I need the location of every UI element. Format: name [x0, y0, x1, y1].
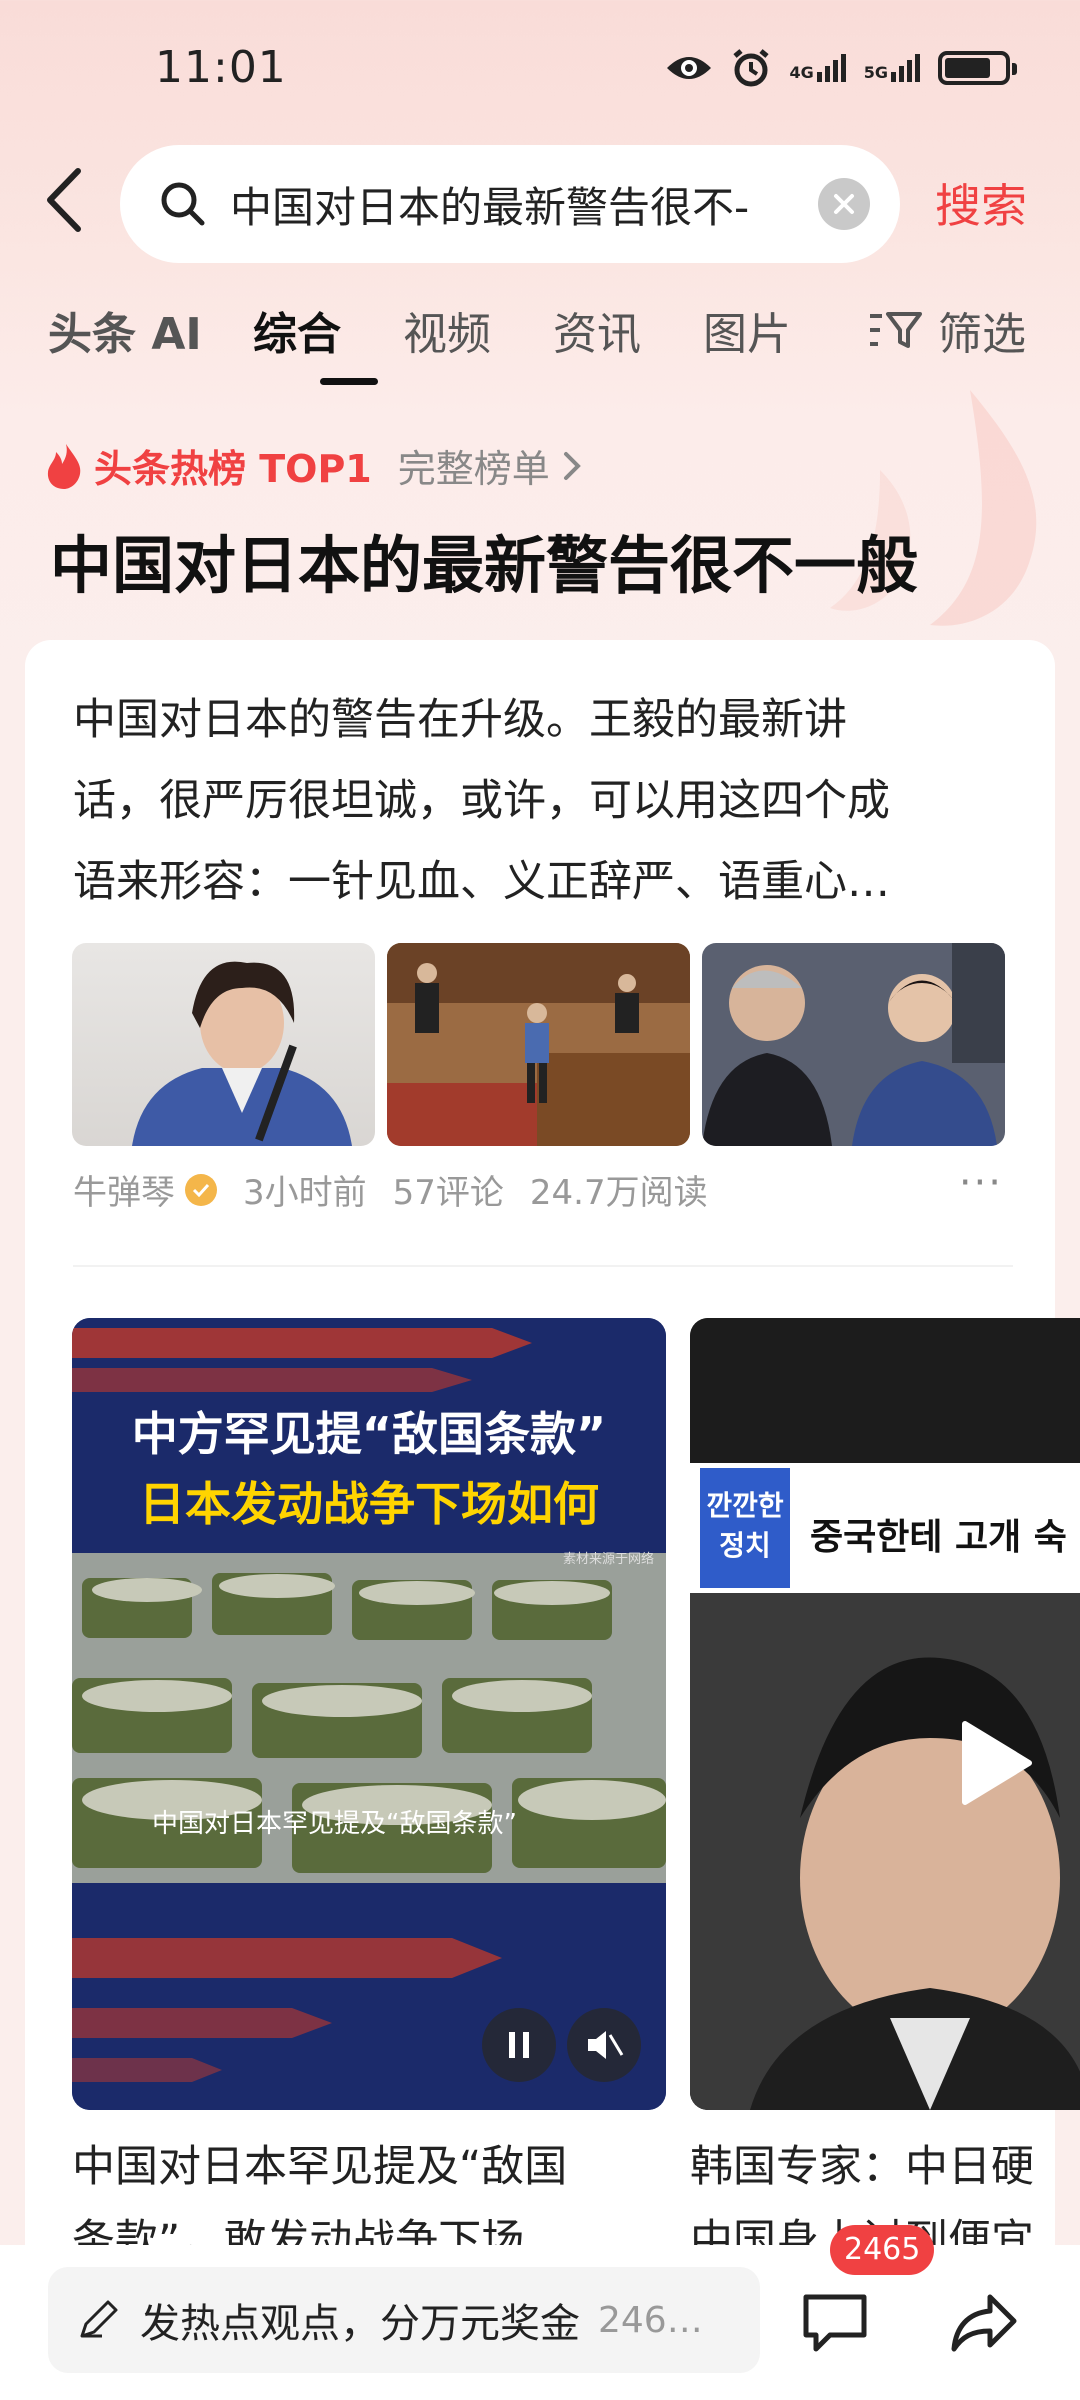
- search-icon: [161, 182, 205, 226]
- video-card-1[interactable]: 中方罕见提“敌国条款” 日本发动战争下场如何 素材来源于网络 中国对日本罕见提及…: [72, 1318, 666, 2110]
- chevron-left-icon: [47, 168, 81, 232]
- tab-news[interactable]: 资讯: [553, 298, 641, 362]
- comment-count: 57评论: [392, 1173, 504, 1213]
- search-button[interactable]: 搜索: [935, 170, 1027, 236]
- active-tab-indicator: [320, 378, 378, 385]
- video-card-2[interactable]: 깐깐한 정치 중국한테 고개 숙: [690, 1318, 1080, 2110]
- comment-badge: 2465: [830, 2225, 935, 2275]
- results-card: 中国对日本的警告在升级。王毅的最新讲 话，很严厉很坦诚，或许，可以用这四个成 语…: [25, 640, 1080, 2400]
- tab-filter-label: 筛选: [938, 309, 1026, 360]
- flame-icon: [47, 443, 81, 489]
- clear-button[interactable]: [818, 178, 870, 230]
- pause-button[interactable]: [482, 2008, 556, 2082]
- thumbnail-officials[interactable]: [702, 943, 1005, 1146]
- thumbnail-portrait[interactable]: [72, 943, 375, 1146]
- chevron-right-icon: [563, 451, 581, 480]
- search-query: 中国对日本的最新警告很不-: [230, 182, 750, 232]
- comment-prompt: 发热点观点，分万元奖金: [140, 2301, 580, 2347]
- video-1-overlay-title: 中方罕见提“敌国条款”: [131, 1407, 607, 1461]
- video-1-title-line: 中国对日本罕见提及“敌国: [72, 2142, 568, 2192]
- article-summary[interactable]: 中国对日本的警告在升级。王毅的最新讲 话，很严厉很坦诚，或许，可以用这四个成 语…: [73, 680, 1013, 923]
- read-count: 24.7万阅读: [529, 1173, 708, 1213]
- mute-button[interactable]: [567, 2008, 641, 2082]
- article-line: 话，很严厉很坦诚，或许，可以用这四个成: [73, 776, 890, 826]
- full-list-link[interactable]: 完整榜单: [398, 438, 550, 493]
- signal-5g-icon: 5G: [864, 54, 920, 82]
- filter-icon: [870, 312, 922, 348]
- page-title: 中国对日本的最新警告很不一般: [50, 529, 919, 602]
- comment-icon[interactable]: [800, 2291, 870, 2355]
- author-name[interactable]: 牛弹琴: [73, 1165, 175, 1214]
- mute-icon: [588, 2031, 624, 2059]
- video-2-tag: 깐깐한 정치: [700, 1468, 790, 1588]
- tab-filter[interactable]: 筛选: [868, 298, 1026, 362]
- article-thumbnails[interactable]: [72, 943, 1005, 1146]
- video-1-credit: 素材来源于网络: [562, 1552, 654, 1567]
- alarm-icon: [733, 49, 770, 87]
- article-line: 中国对日本的警告在升级。王毅的最新讲: [73, 695, 847, 745]
- comment-input[interactable]: 发热点观点，分万元奖金 246…: [48, 2267, 760, 2373]
- play-icon[interactable]: [955, 1718, 1035, 1808]
- video-1-overlay-subtitle: 日本发动战争下场如何: [139, 1477, 599, 1531]
- tab-images[interactable]: 图片: [703, 298, 791, 362]
- status-time: 11:01: [155, 42, 287, 93]
- hot-rank-row[interactable]: 头条热榜 TOP1 完整榜单: [44, 438, 584, 493]
- back-button[interactable]: [40, 165, 110, 245]
- tab-video[interactable]: 视频: [403, 298, 491, 362]
- signal-4g-icon: 4G: [789, 54, 846, 82]
- article-line: 语来形容：一针见血、义正辞严、语重心…: [73, 857, 890, 907]
- verified-icon: [185, 1173, 217, 1206]
- tab-general[interactable]: 综合: [253, 298, 341, 362]
- share-icon[interactable]: [950, 2291, 1020, 2355]
- status-icons: 4G 5G: [665, 48, 1017, 88]
- search-input[interactable]: 中国对日本的最新警告很不-: [120, 145, 900, 263]
- hot-rank-badge: 头条热榜 TOP1: [94, 447, 372, 491]
- status-bar: 11:01 4G 5G: [0, 0, 1080, 140]
- video-2-overlay-text: 중국한테 고개 숙: [810, 1517, 1067, 1558]
- eye-icon: [667, 57, 712, 79]
- pen-icon: [80, 2300, 118, 2338]
- comment-prompt-count: 246…: [598, 2299, 703, 2341]
- tab-toutiao-ai[interactable]: 头条 AI: [48, 298, 202, 362]
- post-time: 3小时前: [243, 1173, 367, 1213]
- divider: [73, 1265, 1013, 1267]
- article-meta: 牛弹琴 3小时前 57评论 24.7万阅读: [73, 1165, 734, 1214]
- video-2-title-line: 韩国专家：中日硬: [690, 2142, 1034, 2192]
- video-1-caption: 中国对日本罕见提及“敌国条款”: [152, 1809, 517, 1839]
- pause-icon: [509, 2032, 529, 2058]
- battery-icon: [938, 51, 1017, 85]
- more-options-button[interactable]: ···: [959, 1160, 1003, 1206]
- thumbnail-parliament[interactable]: [387, 943, 690, 1146]
- close-icon: [834, 194, 854, 214]
- tab-bar: 头条 AI 综合 视频 资讯 图片 筛选: [48, 298, 1048, 385]
